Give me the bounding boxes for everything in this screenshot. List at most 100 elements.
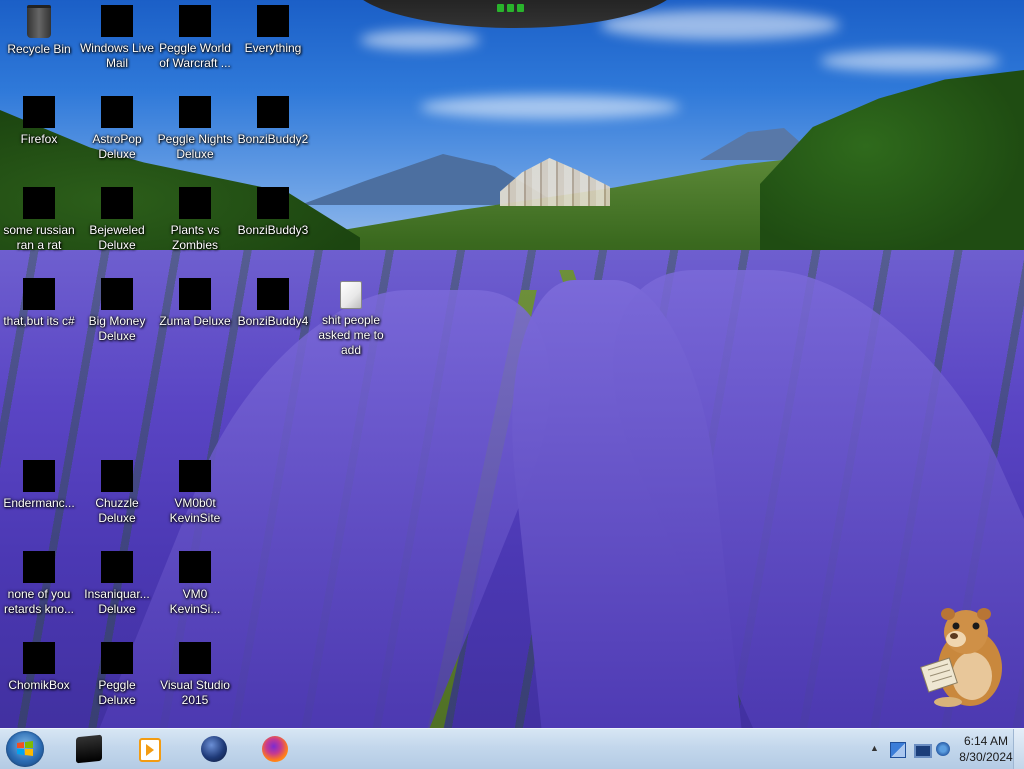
start-button[interactable] (6, 731, 44, 767)
app-icon (101, 642, 133, 674)
desktop-icon[interactable]: Peggle Nights Deluxe (156, 96, 234, 162)
desktop-icon-label: Zuma Deluxe (159, 314, 231, 328)
desktop-icon[interactable]: Bejeweled Deluxe (78, 187, 156, 253)
desktop-icon[interactable]: Visual Studio 2015 (156, 642, 234, 708)
desktop-icon[interactable]: Firefox (0, 96, 78, 147)
desktop-icon-label: BonziBuddy3 (237, 223, 309, 237)
desktop-icon[interactable]: BonziBuddy2 (234, 96, 312, 147)
app-icon (179, 5, 211, 37)
desktop-icon-label: VM0 KevinSi... (169, 587, 221, 616)
app-icon (23, 551, 55, 583)
desktop-icon[interactable]: BonziBuddy3 (234, 187, 312, 238)
desktop-icon-label: Windows Live Mail (79, 41, 155, 70)
taskbar-pinned-globe[interactable] (193, 732, 233, 766)
desktop-icon[interactable]: Peggle World of Warcraft ... (156, 5, 234, 71)
file-icon (340, 281, 362, 309)
desktop-icon[interactable]: Chuzzle Deluxe (78, 460, 156, 526)
tray-clock[interactable]: 6:14 AM 8/30/2024 (956, 733, 1016, 765)
windows-logo-icon (17, 741, 33, 756)
desktop-icon-label: Peggle Deluxe (98, 678, 136, 707)
desktop-icon-label: Insaniquar... Deluxe (84, 587, 150, 616)
desktop-icon[interactable]: ChomikBox (0, 642, 78, 693)
desktop-icon[interactable]: Endermanc... (0, 460, 78, 511)
volume-icon[interactable] (936, 742, 950, 756)
taskbar-pinned-media-player[interactable] (128, 732, 168, 766)
app-icon (101, 5, 133, 37)
app-icon (179, 551, 211, 583)
desktop-icon-label: AstroPop Deluxe (92, 132, 142, 161)
taskbar-pinned-firefox[interactable] (254, 732, 294, 766)
desktop-icon-label: some russian ran a rat (3, 223, 75, 252)
clock-date: 8/30/2024 (959, 750, 1013, 764)
desktop-icon[interactable]: some russian ran a rat (0, 187, 78, 253)
app-icon (257, 96, 289, 128)
app-icon (179, 187, 211, 219)
desktop-icon-label: BonziBuddy2 (237, 132, 309, 146)
app-icon (23, 96, 55, 128)
media-player-icon (139, 738, 161, 762)
desktop-icon[interactable]: Recycle Bin (0, 5, 78, 57)
app-icon (101, 551, 133, 583)
app-icon (257, 187, 289, 219)
desktop-icon-label: Chuzzle Deluxe (95, 496, 139, 525)
desktop-icon[interactable]: shit people asked me to add (312, 278, 390, 358)
hamster-mascot-icon[interactable] (918, 606, 1008, 710)
desktop-icon-label: Firefox (20, 132, 58, 146)
app-icon (179, 96, 211, 128)
wallpaper-cloud (360, 30, 480, 50)
app-icon (101, 187, 133, 219)
black-app-icon (76, 734, 102, 764)
desktop-icon[interactable]: Peggle Deluxe (78, 642, 156, 708)
desktop-icon[interactable]: Big Money Deluxe (78, 278, 156, 344)
desktop-icon-label: none of you retards kno... (3, 587, 75, 616)
app-icon (179, 278, 211, 310)
desktop-icon-label: Everything (244, 41, 302, 55)
desktop-icon-label: VM0b0t KevinSite (169, 496, 221, 525)
desktop-icon[interactable]: Insaniquar... Deluxe (78, 551, 156, 617)
clock-time: 6:14 AM (963, 734, 1009, 748)
desktop-icon-label: that,but its c# (3, 314, 75, 328)
desktop-icon-label: Endermanc... (3, 496, 75, 510)
desktop-icon-label: Visual Studio 2015 (160, 678, 230, 707)
firefox-icon (262, 736, 288, 762)
tray-overflow-arrow-icon[interactable]: ▲ (870, 743, 879, 753)
recycle-bin-icon (27, 5, 51, 38)
desktop-icon[interactable]: VM0b0t KevinSite (156, 460, 234, 526)
desktop-icon-label: Recycle Bin (7, 42, 71, 56)
taskbar: ▲ 6:14 AM 8/30/2024 (0, 728, 1024, 769)
app-icon (23, 278, 55, 310)
app-icon (101, 460, 133, 492)
globe-icon (201, 736, 227, 762)
desktop-icon[interactable]: Zuma Deluxe (156, 278, 234, 329)
desktop-icon-label: Bejeweled Deluxe (89, 223, 145, 252)
show-desktop-button[interactable] (1013, 729, 1024, 769)
action-center-flag-icon[interactable] (890, 742, 906, 758)
app-icon (23, 187, 55, 219)
desktop-icon[interactable]: Windows Live Mail (78, 5, 156, 71)
desktop-icon-label: ChomikBox (8, 678, 70, 692)
desktop-icon[interactable]: AstroPop Deluxe (78, 96, 156, 162)
desktop-icon-label: Peggle Nights Deluxe (157, 132, 233, 161)
app-icon (179, 642, 211, 674)
desktop-icon-label: shit people asked me to add (318, 313, 384, 357)
app-icon (101, 96, 133, 128)
desktop-icon-label: Peggle World of Warcraft ... (159, 41, 231, 70)
app-icon (23, 460, 55, 492)
desktop-icon-label: Big Money Deluxe (88, 314, 146, 343)
taskbar-pinned-black-app[interactable] (68, 732, 108, 766)
desktop-icon[interactable]: that,but its c# (0, 278, 78, 329)
network-icon[interactable] (914, 744, 932, 758)
desktop-icon[interactable]: VM0 KevinSi... (156, 551, 234, 617)
app-icon (23, 642, 55, 674)
desktop-icon-label: BonziBuddy4 (237, 314, 309, 328)
wallpaper-cloud (420, 95, 680, 119)
gadget-led-indicator (497, 4, 524, 12)
desktop-icon[interactable]: Plants vs Zombies (156, 187, 234, 253)
desktop-icon[interactable]: BonziBuddy4 (234, 278, 312, 329)
desktop-icon[interactable]: none of you retards kno... (0, 551, 78, 617)
app-icon (101, 278, 133, 310)
wallpaper-cloud (820, 50, 1000, 72)
wallpaper-cloud (600, 10, 840, 40)
desktop-icon[interactable]: Everything (234, 5, 312, 56)
app-icon (257, 5, 289, 37)
